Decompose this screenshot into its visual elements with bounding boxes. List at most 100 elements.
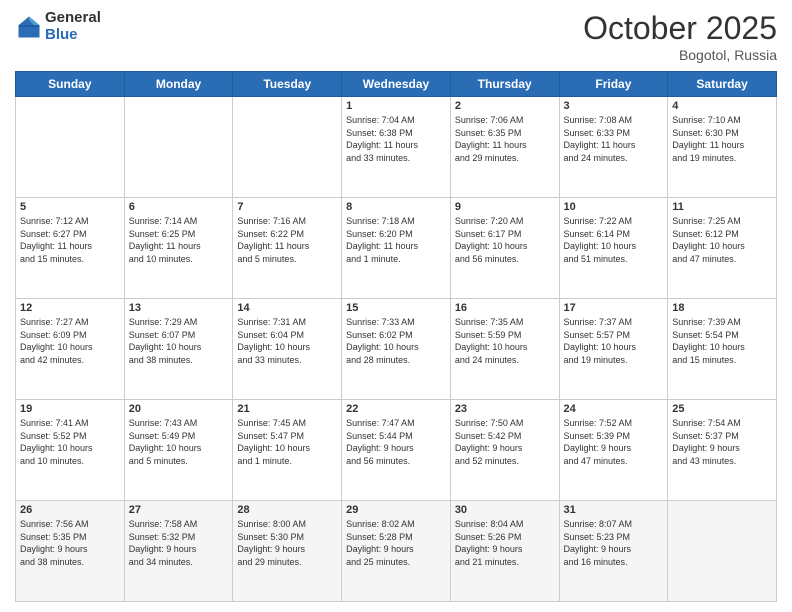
- cell-daylight-text: Sunrise: 7:56 AMSunset: 5:35 PMDaylight:…: [20, 518, 120, 568]
- calendar-cell: 14 Sunrise: 7:31 AMSunset: 6:04 PMDayligh…: [233, 299, 342, 400]
- title-block: October 2025 Bogotol, Russia: [583, 10, 777, 63]
- cell-daylight-text: Sunrise: 7:04 AMSunset: 6:38 PMDaylight:…: [346, 114, 446, 164]
- calendar-table: Sunday Monday Tuesday Wednesday Thursday…: [15, 71, 777, 602]
- calendar-body: 1 Sunrise: 7:04 AMSunset: 6:38 PMDaylight…: [16, 97, 777, 602]
- cell-daylight-text: Sunrise: 7:16 AMSunset: 6:22 PMDaylight:…: [237, 215, 337, 265]
- calendar-cell: [16, 97, 125, 198]
- calendar-cell: 29Sunrise: 8:02 AMSunset: 5:28 PMDayligh…: [342, 501, 451, 602]
- calendar-cell: 21 Sunrise: 7:45 AMSunset: 5:47 PMDayligh…: [233, 400, 342, 501]
- cell-daylight-text: Sunrise: 8:02 AMSunset: 5:28 PMDaylight:…: [346, 518, 446, 568]
- calendar-cell: 7 Sunrise: 7:16 AMSunset: 6:22 PMDaylight…: [233, 198, 342, 299]
- day-number: 11: [672, 201, 772, 213]
- calendar-cell: 4 Sunrise: 7:10 AMSunset: 6:30 PMDaylight…: [668, 97, 777, 198]
- col-monday: Monday: [124, 72, 233, 97]
- calendar-week-1: 5 Sunrise: 7:12 AMSunset: 6:27 PMDaylight…: [16, 198, 777, 299]
- logo-icon: [15, 13, 43, 41]
- calendar-week-4: 26Sunrise: 7:56 AMSunset: 5:35 PMDayligh…: [16, 501, 777, 602]
- cell-daylight-text: Sunrise: 7:33 AMSunset: 6:02 PMDaylight:…: [346, 316, 446, 366]
- day-number: 24: [564, 403, 664, 415]
- calendar-cell: 24 Sunrise: 7:52 AMSunset: 5:39 PMDayligh…: [559, 400, 668, 501]
- day-number: 8: [346, 201, 446, 213]
- day-number: 25: [672, 403, 772, 415]
- day-number: 23: [455, 403, 555, 415]
- cell-daylight-text: Sunrise: 8:00 AMSunset: 5:30 PMDaylight:…: [237, 518, 337, 568]
- calendar-cell: 16 Sunrise: 7:35 AMSunset: 5:59 PMDayligh…: [450, 299, 559, 400]
- calendar-cell: 3Sunrise: 7:08 AMSunset: 6:33 PMDaylight…: [559, 97, 668, 198]
- day-number: 19: [20, 403, 120, 415]
- cell-daylight-text: Sunrise: 7:43 AMSunset: 5:49 PMDaylight:…: [129, 417, 229, 467]
- calendar-header-row: Sunday Monday Tuesday Wednesday Thursday…: [16, 72, 777, 97]
- calendar-cell: 30Sunrise: 8:04 AMSunset: 5:26 PMDayligh…: [450, 501, 559, 602]
- calendar-cell: 6 Sunrise: 7:14 AMSunset: 6:25 PMDaylight…: [124, 198, 233, 299]
- cell-daylight-text: Sunrise: 7:12 AMSunset: 6:27 PMDaylight:…: [20, 215, 120, 265]
- logo-general-text: General: [45, 10, 101, 27]
- calendar-cell: 1 Sunrise: 7:04 AMSunset: 6:38 PMDaylight…: [342, 97, 451, 198]
- cell-daylight-text: Sunrise: 7:45 AMSunset: 5:47 PMDaylight:…: [237, 417, 337, 467]
- location: Bogotol, Russia: [583, 47, 777, 63]
- cell-daylight-text: Sunrise: 8:07 AMSunset: 5:23 PMDaylight:…: [564, 518, 664, 568]
- col-tuesday: Tuesday: [233, 72, 342, 97]
- cell-daylight-text: Sunrise: 7:06 AMSunset: 6:35 PMDaylight:…: [455, 114, 555, 164]
- day-number: 21: [237, 403, 337, 415]
- calendar-cell: 22 Sunrise: 7:47 AMSunset: 5:44 PMDayligh…: [342, 400, 451, 501]
- col-wednesday: Wednesday: [342, 72, 451, 97]
- col-thursday: Thursday: [450, 72, 559, 97]
- page: General Blue October 2025 Bogotol, Russi…: [0, 0, 792, 612]
- cell-daylight-text: Sunrise: 7:47 AMSunset: 5:44 PMDaylight:…: [346, 417, 446, 467]
- cell-daylight-text: Sunrise: 7:25 AMSunset: 6:12 PMDaylight:…: [672, 215, 772, 265]
- calendar-cell: 18 Sunrise: 7:39 AMSunset: 5:54 PMDayligh…: [668, 299, 777, 400]
- calendar-cell: [668, 501, 777, 602]
- calendar-cell: 20 Sunrise: 7:43 AMSunset: 5:49 PMDayligh…: [124, 400, 233, 501]
- day-number: 7: [237, 201, 337, 213]
- calendar-cell: 25 Sunrise: 7:54 AMSunset: 5:37 PMDayligh…: [668, 400, 777, 501]
- calendar-week-0: 1 Sunrise: 7:04 AMSunset: 6:38 PMDaylight…: [16, 97, 777, 198]
- calendar-cell: 17Sunrise: 7:37 AMSunset: 5:57 PMDayligh…: [559, 299, 668, 400]
- calendar-cell: [233, 97, 342, 198]
- header: General Blue October 2025 Bogotol, Russi…: [15, 10, 777, 63]
- cell-daylight-text: Sunrise: 7:35 AMSunset: 5:59 PMDaylight:…: [455, 316, 555, 366]
- col-saturday: Saturday: [668, 72, 777, 97]
- calendar-cell: 8Sunrise: 7:18 AMSunset: 6:20 PMDaylight…: [342, 198, 451, 299]
- logo-blue-text: Blue: [45, 27, 101, 44]
- day-number: 27: [129, 504, 229, 516]
- calendar-cell: 12Sunrise: 7:27 AMSunset: 6:09 PMDayligh…: [16, 299, 125, 400]
- day-number: 14: [237, 302, 337, 314]
- cell-daylight-text: Sunrise: 7:54 AMSunset: 5:37 PMDaylight:…: [672, 417, 772, 467]
- cell-daylight-text: Sunrise: 7:50 AMSunset: 5:42 PMDaylight:…: [455, 417, 555, 467]
- day-number: 3: [564, 100, 664, 112]
- day-number: 13: [129, 302, 229, 314]
- day-number: 16: [455, 302, 555, 314]
- cell-daylight-text: Sunrise: 7:14 AMSunset: 6:25 PMDaylight:…: [129, 215, 229, 265]
- cell-daylight-text: Sunrise: 7:58 AMSunset: 5:32 PMDaylight:…: [129, 518, 229, 568]
- cell-daylight-text: Sunrise: 7:20 AMSunset: 6:17 PMDaylight:…: [455, 215, 555, 265]
- calendar-cell: 5 Sunrise: 7:12 AMSunset: 6:27 PMDaylight…: [16, 198, 125, 299]
- cell-daylight-text: Sunrise: 7:39 AMSunset: 5:54 PMDaylight:…: [672, 316, 772, 366]
- calendar-week-3: 19Sunrise: 7:41 AMSunset: 5:52 PMDayligh…: [16, 400, 777, 501]
- calendar-cell: 31Sunrise: 8:07 AMSunset: 5:23 PMDayligh…: [559, 501, 668, 602]
- cell-daylight-text: Sunrise: 7:10 AMSunset: 6:30 PMDaylight:…: [672, 114, 772, 164]
- calendar-cell: 26Sunrise: 7:56 AMSunset: 5:35 PMDayligh…: [16, 501, 125, 602]
- day-number: 10: [564, 201, 664, 213]
- month-title: October 2025: [583, 10, 777, 47]
- logo: General Blue: [15, 10, 101, 43]
- day-number: 6: [129, 201, 229, 213]
- day-number: 22: [346, 403, 446, 415]
- calendar-cell: 19Sunrise: 7:41 AMSunset: 5:52 PMDayligh…: [16, 400, 125, 501]
- day-number: 18: [672, 302, 772, 314]
- calendar-cell: 15Sunrise: 7:33 AMSunset: 6:02 PMDayligh…: [342, 299, 451, 400]
- cell-daylight-text: Sunrise: 7:29 AMSunset: 6:07 PMDaylight:…: [129, 316, 229, 366]
- calendar-cell: 11 Sunrise: 7:25 AMSunset: 6:12 PMDayligh…: [668, 198, 777, 299]
- day-number: 1: [346, 100, 446, 112]
- cell-daylight-text: Sunrise: 7:27 AMSunset: 6:09 PMDaylight:…: [20, 316, 120, 366]
- day-number: 28: [237, 504, 337, 516]
- day-number: 9: [455, 201, 555, 213]
- logo-text: General Blue: [45, 10, 101, 43]
- col-friday: Friday: [559, 72, 668, 97]
- day-number: 4: [672, 100, 772, 112]
- cell-daylight-text: Sunrise: 7:31 AMSunset: 6:04 PMDaylight:…: [237, 316, 337, 366]
- day-number: 30: [455, 504, 555, 516]
- day-number: 5: [20, 201, 120, 213]
- day-number: 20: [129, 403, 229, 415]
- cell-daylight-text: Sunrise: 7:52 AMSunset: 5:39 PMDaylight:…: [564, 417, 664, 467]
- cell-daylight-text: Sunrise: 7:37 AMSunset: 5:57 PMDaylight:…: [564, 316, 664, 366]
